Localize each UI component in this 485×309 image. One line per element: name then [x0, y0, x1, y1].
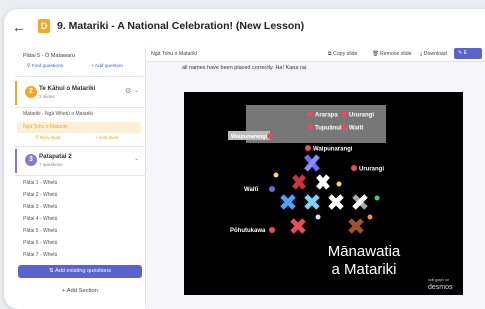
- add-existing-questions-button[interactable]: ⇅ Add existing questions: [18, 265, 142, 278]
- section-number-badge: 2: [25, 86, 37, 98]
- slide-item-nga-tohu-selected[interactable]: Ngā Tohu o Matariki: [17, 122, 141, 133]
- copy-icon: ⧉: [328, 51, 332, 57]
- question-item[interactable]: Pātai 1 - Whetū: [17, 178, 141, 189]
- find-questions-link[interactable]: ⚲ Find questions: [27, 64, 63, 69]
- copy-slide-button[interactable]: ⧉ Copy slide: [328, 51, 357, 58]
- star-dot: [269, 227, 275, 233]
- new-slide-link[interactable]: ⚲ New slide: [35, 136, 61, 141]
- add-question-link[interactable]: + Add question: [91, 64, 123, 69]
- question-item[interactable]: Pātai 7 - Whetū: [17, 250, 141, 261]
- sidebar-divider: [15, 107, 145, 108]
- star-label-waiti: Waitī: [244, 187, 258, 193]
- section-patapatai[interactable]: ⋮⋮ 3 Patapatai 2 7 questions ⌄: [15, 149, 147, 173]
- gear-icon[interactable]: ⚙: [125, 87, 131, 95]
- slide-heading-line1: Mānawatia: [328, 243, 401, 260]
- star-dot: [315, 214, 321, 220]
- slide-graphic: Ararapa Ururangi Tupuānuku Waitī Waipuna…: [228, 105, 453, 291]
- trash-icon: 🗑: [372, 51, 379, 57]
- share-label: E: [463, 50, 467, 56]
- sidebar-item-top[interactable]: Pātai 5 - Ō Matawaru: [23, 53, 153, 59]
- download-icon: ⤓: [420, 51, 423, 57]
- lesson-editor-card: ← D 9. Matariki - A National Celebration…: [4, 9, 485, 309]
- download-button[interactable]: ⤓ Download: [420, 51, 447, 58]
- star-label-pohutukawa: Pōhutukawa: [230, 228, 266, 234]
- slide-breadcrumb: Ngā Tohu o Matariki: [151, 51, 198, 57]
- star-dot: [273, 172, 279, 178]
- star-dot: [374, 195, 380, 201]
- download-label: Download: [423, 51, 447, 57]
- chevron-down-icon[interactable]: ⌄: [134, 155, 139, 162]
- section-number-badge: 3: [25, 154, 37, 166]
- section-title: Te Kāhui o Matariki: [39, 85, 96, 92]
- add-question-label: Add question: [94, 64, 123, 69]
- top-bar: ← D 9. Matariki - A National Celebration…: [4, 9, 485, 47]
- star-dot: [336, 181, 342, 187]
- slide-toolbar: Ngā Tohu o Matariki ⧉ Copy slide 🗑 Remov…: [146, 47, 485, 62]
- box-label-waipunarangi[interactable]: Waipunarangi: [231, 134, 268, 140]
- question-item[interactable]: Pātai 5 - Whetū: [17, 226, 141, 237]
- desmos-small-label: split graph on: [428, 278, 449, 282]
- section-title: Patapatai 2: [39, 153, 72, 160]
- slide-instruction-text: all names have been placed correctly. Ha…: [182, 65, 308, 71]
- star-label-waipunarangi: Waipunarangi: [313, 147, 353, 153]
- star-dot: [341, 111, 347, 117]
- copy-slide-label: Copy slide: [333, 51, 358, 57]
- sidebar: Pātai 5 - Ō Matawaru ⚲ Find questions + …: [15, 47, 146, 307]
- sidebar-divider: [15, 175, 145, 176]
- star-dot: [367, 214, 373, 220]
- page-title: 9. Matariki - A National Celebration! (N…: [57, 20, 305, 32]
- add-existing-label: Add existing questions: [54, 268, 111, 274]
- share-button[interactable]: ✎ E: [454, 48, 482, 59]
- add-section-button[interactable]: + Add Section: [18, 285, 142, 298]
- add-slide-label: Add slide: [98, 136, 119, 141]
- chevron-down-icon[interactable]: ⌄: [134, 87, 139, 94]
- find-questions-label: Find questions: [31, 64, 64, 69]
- back-arrow-icon[interactable]: ←: [12, 20, 26, 34]
- box-label-ururangi[interactable]: Ururangi: [349, 113, 374, 119]
- question-item[interactable]: Pātai 6 - Whetū: [17, 238, 141, 249]
- question-item[interactable]: Pātai 3 - Whetū: [17, 202, 141, 213]
- section-count: 7 questions: [39, 162, 63, 167]
- remove-slide-label: Remove slide: [380, 51, 412, 57]
- star-dot: [307, 124, 313, 130]
- matariki-slide[interactable]: Ararapa Ururangi Tupuānuku Waitī Waipuna…: [184, 92, 463, 295]
- lesson-badge: D: [38, 19, 50, 33]
- star-dot: [269, 186, 275, 192]
- star-dot: [341, 124, 347, 130]
- box-label-waiti[interactable]: Waitī: [349, 126, 363, 132]
- sidebar-divider: [15, 76, 145, 77]
- star-dot: [305, 145, 311, 151]
- sidebar-divider: [15, 146, 145, 147]
- star-dot: [351, 165, 357, 171]
- star-dot: [307, 111, 313, 117]
- question-item[interactable]: Pātai 2 - Whetū: [17, 190, 141, 201]
- section-count: 2 slides: [39, 94, 55, 99]
- slide-heading-line2: a Matariki: [331, 261, 396, 278]
- remove-slide-button[interactable]: 🗑 Remove slide: [372, 51, 411, 57]
- box-label-ararapa[interactable]: Ararapa: [315, 113, 338, 119]
- star-dot: [267, 133, 273, 139]
- add-slide-link[interactable]: + Add slide: [95, 136, 119, 141]
- new-slide-label: New slide: [39, 136, 61, 141]
- section-te-kahui[interactable]: ⋮⋮ 2 Te Kāhui o Matariki 2 slides ⚙ ⌄: [15, 81, 147, 105]
- question-item[interactable]: Pātai 4 - Whetū: [17, 214, 141, 225]
- pencil-icon: ✎: [458, 50, 463, 56]
- star-label-ururangi: Ururangi: [359, 167, 384, 173]
- slide-item-whetu[interactable]: Matariki - Ngā Whetū o Matariki: [17, 109, 141, 120]
- desmos-logo: desmos: [428, 284, 453, 291]
- slide-canvas-area: all names have been placed correctly. Ha…: [146, 62, 485, 309]
